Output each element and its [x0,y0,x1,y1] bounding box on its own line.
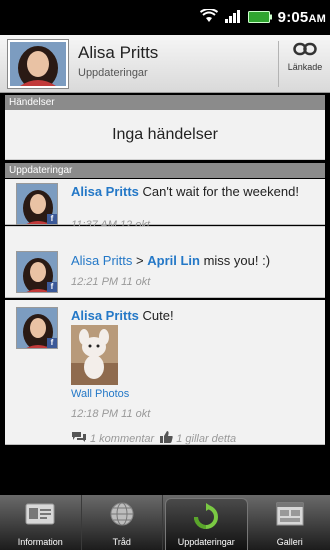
updates-section-header: Uppdateringar [5,163,325,178]
author-link[interactable]: Alisa Pritts [71,253,132,268]
update-message: Can't wait for the weekend! [138,184,299,199]
update-message: miss you! :) [199,253,271,268]
tab-gallery[interactable]: Galleri [250,495,330,550]
update-message: Cute! [138,308,174,323]
update-stats[interactable]: 1 kommentar 1 gillar detta [71,431,236,446]
timestamp: 12:21 PM 11 okt [71,276,151,288]
bottom-tab-bar: Information Tråd Uppdateringar Galleri [0,495,330,550]
contact-header: Alisa Pritts Uppdateringar Länkade [0,35,330,93]
wall-photos-link[interactable]: Wall Photos [71,388,129,400]
list-item[interactable]: f Alisa Pritts Cute! Wall Photos 12:18 P… [5,300,325,445]
signal-icon [224,8,242,27]
events-empty-text: Inga händelser [112,125,218,143]
tab-thread[interactable]: Tråd [82,495,163,550]
avatar[interactable] [8,40,68,88]
thread-globe-icon [108,501,136,531]
tab-updates-label: Uppdateringar [177,537,235,547]
battery-icon [247,8,272,27]
tab-thread-label: Tråd [112,537,131,547]
refresh-icon [191,503,221,535]
timestamp: 12:18 PM 11 okt [71,408,151,420]
avatar[interactable]: f [16,183,58,225]
status-bar: 9:05AM [0,0,330,35]
target-link[interactable]: April Lin [147,253,200,268]
update-text: Alisa Pritts > April Lin miss you! :) [71,252,317,269]
tab-information-label: Information [17,537,63,547]
author-link[interactable]: Alisa Pritts [71,184,139,199]
comment-icon [71,431,87,446]
clock: 9:05AM [277,9,326,26]
tab-information[interactable]: Information [0,495,82,550]
list-item[interactable]: f Alisa Pritts Can't wait for the weeken… [5,179,325,231]
wall-photo-thumbnail[interactable] [71,325,118,385]
facebook-icon: f [47,214,57,224]
author-link[interactable]: Alisa Pritts [71,308,139,323]
update-text: Alisa Pritts Can't wait for the weekend! [71,183,317,200]
contact-subtitle: Uppdateringar [78,67,148,79]
wifi-icon [199,8,218,27]
list-item[interactable]: f Alisa Pritts > April Lin miss you! :) … [5,226,325,298]
tab-gallery-label: Galleri [276,537,303,547]
header-divider [278,41,279,87]
like-icon [160,431,173,446]
likes-count: 1 gillar detta [176,432,237,445]
info-card-icon [25,501,55,531]
contact-name: Alisa Pritts [78,43,159,62]
linked-label: Länkade [287,62,323,72]
gallery-icon [275,501,305,531]
tab-updates[interactable]: Uppdateringar [165,498,248,550]
separator: > [132,253,148,268]
comments-count: 1 kommentar [90,432,155,445]
link-icon [293,41,317,60]
update-text: Alisa Pritts Cute! [71,307,317,324]
facebook-icon: f [47,338,57,348]
events-empty: Inga händelser [5,110,325,160]
events-section-header: Händelser [5,95,325,110]
avatar[interactable]: f [16,307,58,349]
avatar[interactable]: f [16,251,58,293]
facebook-icon: f [47,282,57,292]
linked-button[interactable]: Länkade [282,41,328,87]
